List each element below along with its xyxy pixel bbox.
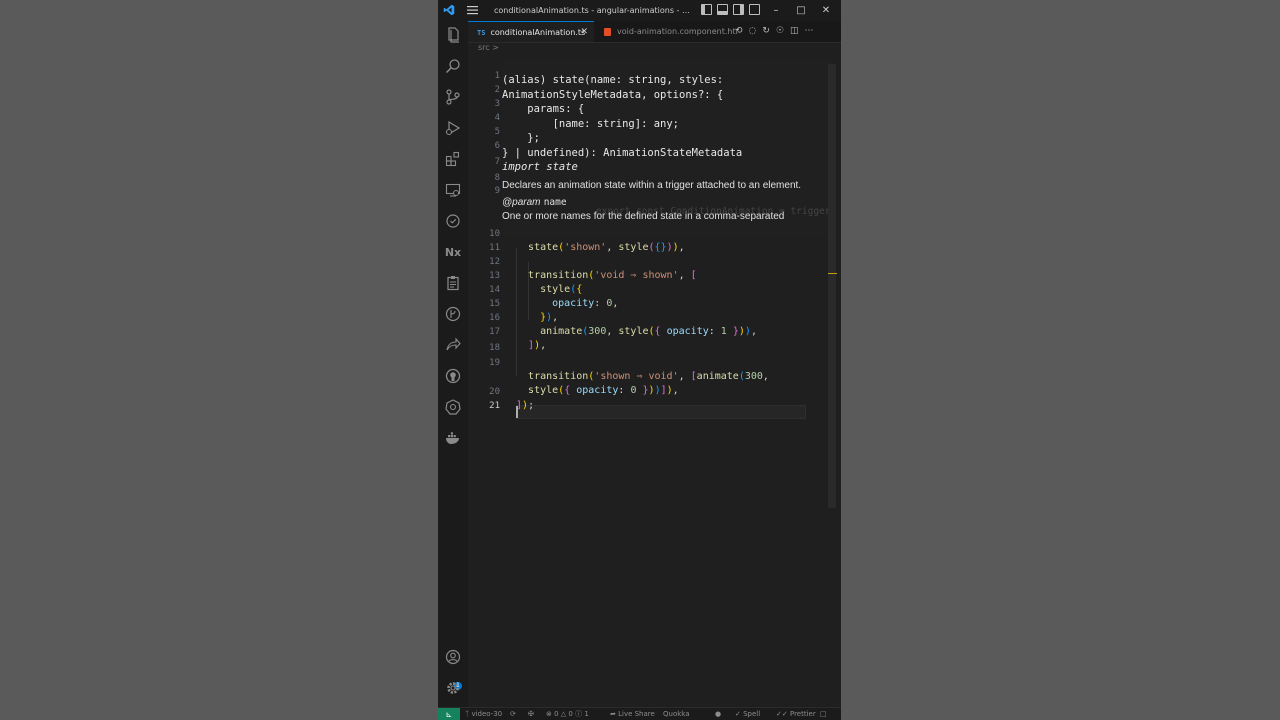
line-number: 4: [494, 113, 500, 123]
kubernetes-icon[interactable]: [445, 399, 461, 415]
clipboard-icon[interactable]: [445, 275, 461, 291]
hover-description: Declares an animation state within a tri…: [502, 179, 802, 191]
remote-explorer-icon[interactable]: [445, 182, 461, 198]
nx-console-icon[interactable]: Nx: [445, 244, 461, 260]
hover-signature: (alias) state(name: string, styles: Anim…: [502, 74, 743, 173]
branch-status[interactable]: ᛉ video-30: [465, 708, 502, 720]
code-line: 19 transition('shown ⇒ void', [animate(3…: [489, 358, 769, 382]
code-line: style({ opacity: 0 }))]),: [528, 385, 679, 396]
editor-area: TS conditionalAnimation.ts ✕ void-animati…: [468, 21, 841, 707]
remote-indicator-icon[interactable]: ⊾: [438, 708, 460, 720]
minimize-button[interactable]: –: [765, 0, 787, 21]
copilot-icon[interactable]: ●: [715, 708, 721, 720]
toggle-secondary-sidebar-icon[interactable]: [733, 4, 744, 15]
vertical-scrollbar[interactable]: [828, 64, 836, 508]
go-forward-icon[interactable]: ↻: [762, 26, 770, 36]
spell-status[interactable]: ✓ Spell: [735, 708, 760, 720]
html-file-icon: [604, 27, 611, 36]
tab-label: void-animation.component.htr: [617, 27, 739, 36]
split-editor-icon[interactable]: ◫: [790, 26, 799, 36]
github-icon[interactable]: [445, 368, 461, 384]
tab-conditional-animation[interactable]: TS conditionalAnimation.ts ✕: [468, 21, 594, 42]
vscode-logo-icon: [443, 4, 455, 16]
docker-icon[interactable]: [445, 430, 461, 446]
vscode-window: conditionalAnimation.ts - angular-animat…: [438, 0, 841, 720]
line-number: 5: [494, 127, 500, 137]
live-share-icon[interactable]: [445, 337, 461, 353]
tab-label: conditionalAnimation.ts: [490, 28, 586, 37]
code-line: 21: [489, 401, 500, 411]
line-number: 2: [494, 85, 500, 95]
customize-layout-icon[interactable]: [749, 4, 760, 15]
window-title: conditionalAnimation.ts - angular-animat…: [494, 6, 690, 15]
live-share-status[interactable]: ➦ Live Share: [610, 708, 655, 720]
code-line: 17 ]),: [489, 327, 547, 351]
line-number: 7: [494, 157, 500, 167]
code-line: 12 transition('void ⇒ shown', [: [489, 257, 697, 281]
source-control-icon[interactable]: [445, 89, 461, 105]
status-bar: ⊾ ᛉ video-30 ⟳ ✠ ⊗ 0 △ 0 ⓘ 1 ➦ Live Shar…: [438, 707, 841, 720]
search-icon[interactable]: [445, 58, 461, 74]
manage-gear-icon[interactable]: [445, 680, 461, 696]
code-line: 16 animate(300, style({ opacity: 1 })),: [489, 313, 757, 337]
line-number: 3: [494, 99, 500, 109]
account-icon[interactable]: [445, 649, 461, 665]
go-back-icon[interactable]: ◌: [749, 26, 757, 36]
code-line: 15 }),: [489, 299, 559, 323]
toggle-panel-icon[interactable]: [717, 4, 728, 15]
tab-void-animation-html[interactable]: void-animation.component.htr: [595, 21, 739, 42]
gitlens-icon[interactable]: [445, 306, 461, 322]
code-line: 20 ]);: [489, 387, 535, 411]
scroll-marker: [828, 273, 837, 274]
explorer-icon[interactable]: [445, 27, 461, 43]
code-line: 14 opacity: 0,: [489, 285, 619, 309]
title-bar: conditionalAnimation.ts - angular-animat…: [438, 0, 841, 21]
sync-icon[interactable]: ⟳: [510, 708, 516, 720]
activity-bar: Nx 1: [438, 21, 468, 707]
quokka-status[interactable]: Quokka: [663, 708, 690, 720]
code-line: 18: [489, 343, 500, 353]
open-changes-icon[interactable]: ☉: [776, 26, 784, 36]
hover-param: @param name: [502, 196, 567, 208]
graph-icon[interactable]: ✠: [528, 708, 534, 720]
git-compare-icon[interactable]: ⟲: [735, 26, 743, 36]
line-number: 1: [494, 71, 500, 81]
run-debug-icon[interactable]: [445, 120, 461, 136]
line-number: 8: [494, 173, 500, 183]
line-number: 6: [494, 141, 500, 151]
current-line-highlight: [516, 405, 806, 419]
toggle-sidebar-icon[interactable]: [701, 4, 712, 15]
hover-param-description: One or more names for the defined state …: [502, 210, 785, 222]
prettier-status[interactable]: ✓✓ Prettier: [776, 708, 816, 720]
extensions-icon[interactable]: [445, 151, 461, 167]
line-number: 9: [494, 186, 500, 196]
menu-hamburger-icon[interactable]: [467, 5, 478, 15]
typescript-file-icon: TS: [477, 29, 486, 37]
maximize-button[interactable]: □: [790, 0, 812, 21]
editor-tabs: TS conditionalAnimation.ts ✕ void-animati…: [468, 21, 841, 43]
close-tab-icon[interactable]: ✕: [580, 22, 588, 43]
hover-tooltip: export const ConditionAnimation = trigge…: [502, 60, 834, 236]
notifications-bell-icon[interactable]: □: [820, 708, 827, 720]
problems-status[interactable]: ⊗ 0 △ 0 ⓘ 1: [546, 708, 589, 720]
close-window-button[interactable]: ✕: [815, 0, 837, 21]
code-line: 13 style({: [489, 271, 583, 295]
breadcrumb[interactable]: src >: [478, 43, 499, 52]
more-actions-icon[interactable]: ⋯: [805, 26, 814, 36]
testing-icon[interactable]: [445, 213, 461, 229]
